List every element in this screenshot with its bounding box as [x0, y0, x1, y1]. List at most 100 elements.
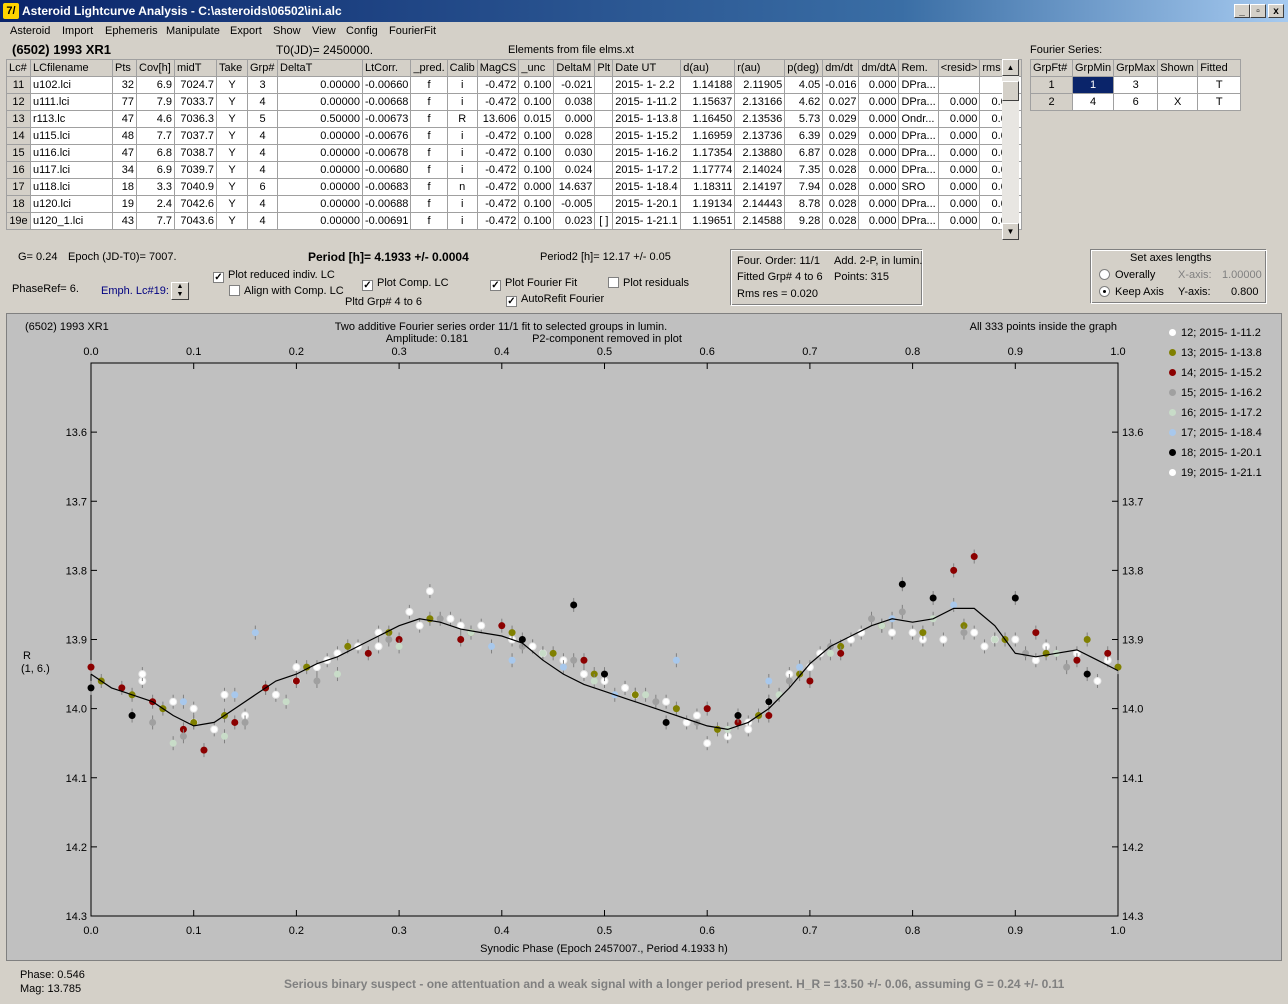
table-cell[interactable]: u116.lci [30, 144, 113, 162]
table-cell[interactable]: 32 [112, 76, 137, 94]
column-header[interactable]: LCfilename [30, 59, 113, 77]
table-cell[interactable]: Y [216, 161, 248, 179]
table-cell[interactable]: 34 [112, 161, 137, 179]
table-cell[interactable]: u102.lci [30, 76, 113, 94]
table-cell[interactable]: f [410, 178, 448, 196]
table-cell[interactable]: 4.62 [784, 93, 824, 111]
emph-spinner[interactable]: ▲ ▼ [171, 282, 189, 300]
table-cell[interactable]: -0.00678 [361, 144, 412, 162]
table-cell[interactable]: -0.472 [476, 76, 520, 94]
menu-import[interactable]: Import [62, 25, 93, 37]
table-cell[interactable]: 47 [112, 110, 137, 128]
table-row[interactable]: 17 u118.lci 18 3.3 7040.9 Y 6 0.00000 -0.00683 f n… [6, 178, 1023, 196]
table-cell[interactable]: DPra... [898, 127, 939, 145]
table-cell[interactable]: f [410, 76, 448, 94]
table-cell[interactable]: 16 [6, 161, 31, 179]
table-cell[interactable]: 7037.7 [174, 127, 217, 145]
table-cell[interactable]: 0.00000 [277, 161, 363, 179]
table-cell[interactable]: 6.87 [784, 144, 824, 162]
fs-cell[interactable]: 3 [1113, 76, 1159, 94]
table-cell[interactable]: 4 [247, 144, 278, 162]
column-header[interactable]: r(au) [734, 59, 786, 77]
table-cell[interactable] [594, 144, 614, 162]
table-cell[interactable]: f [410, 144, 448, 162]
table-cell[interactable]: 0.100 [518, 144, 555, 162]
table-cell[interactable]: 6.8 [136, 144, 175, 162]
table-cell[interactable]: DPra... [898, 195, 939, 213]
table-cell[interactable]: -0.021 [553, 76, 596, 94]
table-cell[interactable]: 2.13536 [734, 110, 786, 128]
table-cell[interactable]: 1.17774 [680, 161, 736, 179]
table-cell[interactable]: f [410, 93, 448, 111]
table-cell[interactable]: DPra... [898, 212, 939, 230]
table-cell[interactable]: 0.028 [553, 127, 596, 145]
plot-reduced-checkbox[interactable]: ✓ Plot reduced indiv. LC [213, 269, 335, 283]
column-header[interactable]: midT [174, 59, 217, 77]
column-header[interactable]: d(au) [680, 59, 736, 77]
table-cell[interactable]: 0.000 [858, 161, 900, 179]
table-cell[interactable]: i [446, 161, 478, 179]
table-cell[interactable]: Ondr... [898, 110, 939, 128]
table-cell[interactable]: 0.000 [937, 161, 981, 179]
close-button[interactable]: x [1268, 4, 1284, 18]
table-cell[interactable]: -0.472 [476, 127, 520, 145]
table-cell[interactable]: 0.000 [858, 76, 900, 94]
table-cell[interactable]: Y [216, 127, 248, 145]
table-cell[interactable]: 7042.6 [174, 195, 217, 213]
table-cell[interactable] [594, 195, 614, 213]
scroll-down-icon[interactable]: ▼ [1002, 223, 1019, 240]
table-cell[interactable]: 1.19651 [680, 212, 736, 230]
column-header[interactable]: _unc [518, 59, 555, 77]
table-cell[interactable]: 5 [247, 110, 278, 128]
table-cell[interactable]: 4 [247, 212, 278, 230]
table-cell[interactable]: 2015- 1-16.2 [612, 144, 682, 162]
table-cell[interactable]: -0.00673 [361, 110, 412, 128]
column-header[interactable]: Cov[h] [136, 59, 175, 77]
plot-fourier-checkbox[interactable]: ✓ Plot Fourier Fit [490, 277, 577, 291]
column-header[interactable]: Lc# [6, 59, 31, 77]
table-cell[interactable]: 2.4 [136, 195, 175, 213]
menu-config[interactable]: Config [346, 25, 378, 37]
table-cell[interactable]: 0.00000 [277, 178, 363, 196]
table-cell[interactable] [594, 161, 614, 179]
table-cell[interactable]: 9.28 [784, 212, 824, 230]
column-header[interactable]: Rem. [898, 59, 939, 77]
table-cell[interactable]: 0.029 [822, 110, 860, 128]
table-cell[interactable]: [ ] [594, 212, 614, 230]
table-cell[interactable]: 2015- 1-15.2 [612, 127, 682, 145]
table-cell[interactable]: f [410, 212, 448, 230]
restore-button[interactable]: ▫ [1250, 4, 1266, 18]
table-cell[interactable]: DPra... [898, 93, 939, 111]
table-cell[interactable]: -0.472 [476, 93, 520, 111]
table-cell[interactable]: 4 [247, 93, 278, 111]
table-cell[interactable]: 2015- 1-18.4 [612, 178, 682, 196]
table-cell[interactable] [594, 178, 614, 196]
table-cell[interactable]: 15 [6, 144, 31, 162]
table-cell[interactable]: 4 [247, 161, 278, 179]
column-header[interactable]: p(deg) [784, 59, 824, 77]
table-cell[interactable]: 7.35 [784, 161, 824, 179]
fs-cell[interactable]: 1 [1071, 76, 1115, 94]
table-cell[interactable]: i [446, 195, 478, 213]
table-cell[interactable]: -0.00683 [361, 178, 412, 196]
table-cell[interactable]: 2015- 1-17.2 [612, 161, 682, 179]
table-cell[interactable]: 7.9 [136, 93, 175, 111]
table-cell[interactable]: 13.606 [476, 110, 520, 128]
table-cell[interactable]: 0.024 [553, 161, 596, 179]
table-cell[interactable]: 2015- 1-21.1 [612, 212, 682, 230]
fs-cell[interactable] [1157, 76, 1199, 94]
table-cell[interactable]: r113.lc [30, 110, 113, 128]
table-cell[interactable]: 7040.9 [174, 178, 217, 196]
table-cell[interactable]: 0.100 [518, 76, 555, 94]
column-header[interactable]: DeltaT [277, 59, 363, 77]
table-cell[interactable]: -0.00676 [361, 127, 412, 145]
plot-residuals-checkbox[interactable]: Plot residuals [608, 277, 689, 289]
table-cell[interactable]: 6.9 [136, 161, 175, 179]
table-cell[interactable]: 0.000 [858, 178, 900, 196]
table-cell[interactable]: 2.14024 [734, 161, 786, 179]
fs-cell[interactable]: T [1197, 76, 1242, 94]
table-cell[interactable]: Y [216, 93, 248, 111]
table-cell[interactable]: 43 [112, 212, 137, 230]
table-cell[interactable]: 48 [112, 127, 137, 145]
table-cell[interactable]: 6.9 [136, 76, 175, 94]
